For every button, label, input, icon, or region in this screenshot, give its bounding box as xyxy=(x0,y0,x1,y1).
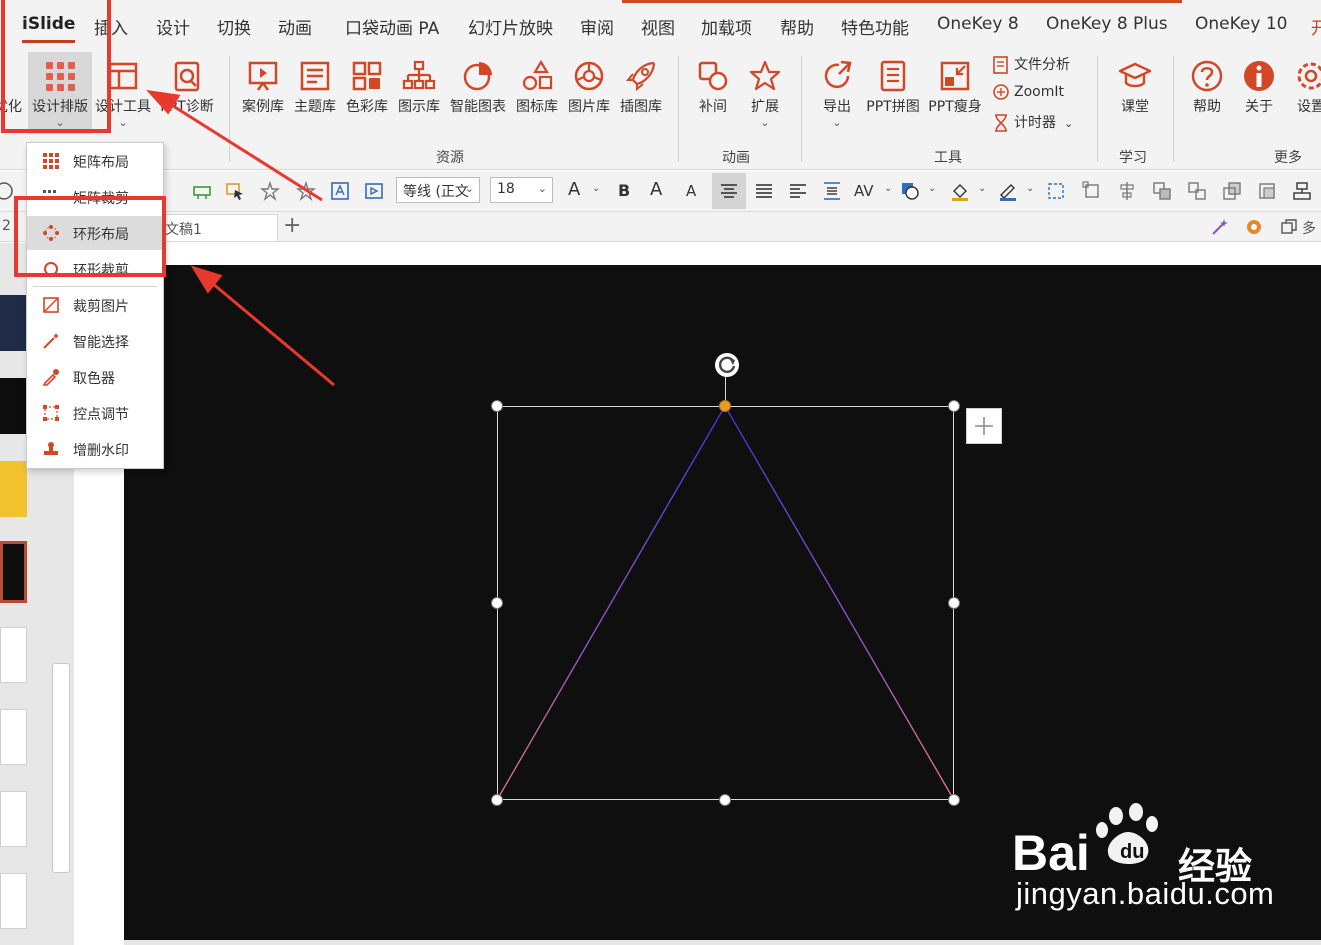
layout-options-button[interactable] xyxy=(966,408,1002,444)
annotation-highlight-ring-layout xyxy=(14,196,166,277)
selection-box[interactable] xyxy=(497,406,954,800)
resize-handle[interactable] xyxy=(948,794,960,806)
menu-item-label: 矩阵布局 xyxy=(73,155,129,171)
stamp-icon xyxy=(44,442,58,455)
menu-item-label: 裁剪图片 xyxy=(73,299,129,315)
menu-item-label: 增删水印 xyxy=(73,443,129,459)
matrix-layout-icon xyxy=(43,153,59,169)
menu-item-label: 智能选择 xyxy=(73,335,129,351)
watermark-logo-text: Bai xyxy=(1012,825,1090,881)
paw-logo-du: du xyxy=(1120,841,1144,863)
design-layout-dropdown: 矩阵布局 矩阵裁剪 环形布局 环形裁剪 裁剪图片 智能选择 取色器 控点调节 增… xyxy=(26,142,164,469)
menu-item-matrix-layout[interactable]: 矩阵布局 xyxy=(27,144,163,178)
plus-icon xyxy=(975,417,993,435)
menu-item-color-picker[interactable]: 取色器 xyxy=(27,360,163,394)
baidu-jingyan-watermark: du Bai 经验 jingyan.baidu.com xyxy=(1012,800,1312,920)
vertex-handle[interactable] xyxy=(719,400,731,412)
resize-handle[interactable] xyxy=(948,400,960,412)
magic-wand-icon xyxy=(43,333,59,349)
resize-handle[interactable] xyxy=(719,794,731,806)
menu-item-crop-image[interactable]: 裁剪图片 xyxy=(27,288,163,322)
resize-handle[interactable] xyxy=(948,597,960,609)
annotation-highlight-design-layout xyxy=(1,0,111,133)
rotate-handle-icon[interactable] xyxy=(713,352,741,378)
menu-item-watermark[interactable]: 增删水印 xyxy=(27,432,163,466)
menu-item-control-points[interactable]: 控点调节 xyxy=(27,396,163,430)
paw-logo-icon: du xyxy=(1096,803,1158,864)
menu-divider xyxy=(33,286,157,287)
menu-item-label: 取色器 xyxy=(73,371,115,387)
resize-handle[interactable] xyxy=(491,597,503,609)
menu-item-label: 控点调节 xyxy=(73,407,129,423)
watermark-url: jingyan.baidu.com xyxy=(1016,876,1275,911)
resize-handle[interactable] xyxy=(491,400,503,412)
eyedropper-icon xyxy=(42,369,59,386)
control-points-icon xyxy=(43,405,59,421)
resize-handle[interactable] xyxy=(491,794,503,806)
crop-image-icon xyxy=(43,297,59,313)
menu-item-smart-select[interactable]: 智能选择 xyxy=(27,324,163,358)
